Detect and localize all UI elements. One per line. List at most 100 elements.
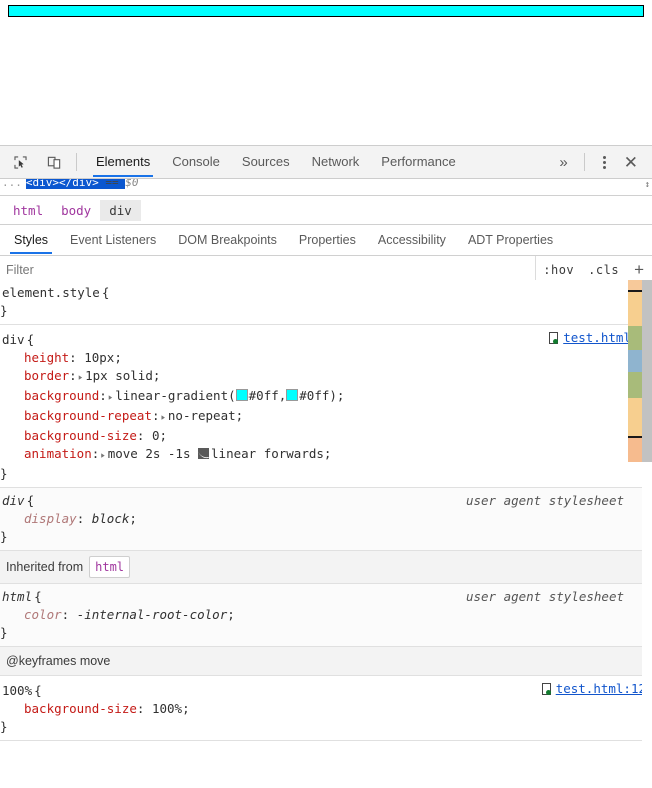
- declaration-property: display: [24, 511, 77, 526]
- declaration-background-size[interactable]: background-size: 100%;: [0, 700, 652, 718]
- declaration-value: block: [91, 511, 130, 526]
- declaration-background[interactable]: background:▸ linear-gradient(#0ff, #0ff);: [0, 387, 652, 407]
- breadcrumb-item-body[interactable]: body: [52, 200, 100, 221]
- style-rule-div-user-agent[interactable]: div { user agent stylesheet display: blo…: [0, 488, 652, 551]
- palette-band[interactable]: [628, 372, 642, 398]
- declaration-height[interactable]: height: 10px;: [0, 349, 652, 367]
- close-icon[interactable]: ✕: [616, 154, 646, 171]
- palette-band[interactable]: [628, 280, 642, 290]
- rule-selector: html: [2, 589, 33, 604]
- declaration-value[interactable]: 10px: [84, 350, 114, 365]
- rule-header: div { user agent stylesheet: [0, 492, 652, 510]
- color-palette-strip[interactable]: [628, 280, 642, 462]
- declaration-property: height: [24, 350, 70, 365]
- devtools-screenshot: Elements Console Sources Network Perform…: [0, 0, 652, 788]
- style-rule-element-style[interactable]: element.style { }: [0, 280, 652, 325]
- palette-band[interactable]: [628, 350, 642, 372]
- panel-tab-network[interactable]: Network: [301, 146, 371, 178]
- color-value[interactable]: #0ff: [249, 388, 279, 403]
- panel-tab-list: Elements Console Sources Network Perform…: [85, 146, 467, 178]
- expand-arrow-icon[interactable]: ▸: [159, 407, 167, 430]
- declaration-value[interactable]: 100%: [152, 701, 182, 716]
- dom-equals: ==: [105, 179, 119, 189]
- declaration-border[interactable]: border:▸ 1px solid;: [0, 367, 652, 387]
- panel-tab-elements[interactable]: Elements: [85, 146, 161, 178]
- device-toolbar-icon[interactable]: [40, 149, 68, 175]
- panel-tab-performance[interactable]: Performance: [370, 146, 466, 178]
- element-classes-button[interactable]: .cls: [581, 263, 626, 277]
- styles-pane: element.style { } div { test.html:3 heig…: [0, 280, 652, 788]
- value-separator: ,: [278, 388, 287, 403]
- tab-properties[interactable]: Properties: [288, 225, 367, 255]
- palette-band[interactable]: [628, 292, 642, 326]
- bezier-curve-icon[interactable]: [198, 448, 210, 459]
- source-link[interactable]: test.html:12: [541, 680, 646, 698]
- palette-band[interactable]: [628, 326, 642, 350]
- expand-arrow-icon[interactable]: ▸: [77, 367, 85, 390]
- sidebar-tab-list: Styles Event Listeners DOM Breakpoints P…: [0, 225, 652, 256]
- rule-close-brace: }: [0, 719, 8, 734]
- declaration-background-size[interactable]: background-size: 0;: [0, 427, 652, 445]
- inherited-from-element[interactable]: html: [89, 556, 131, 578]
- new-style-rule-button[interactable]: +: [626, 261, 652, 280]
- dom-selected-node[interactable]: <div></div> == $0: [25, 179, 139, 189]
- declaration-value[interactable]: 1px solid: [85, 368, 153, 383]
- declaration-value[interactable]: move 2s -1s: [108, 446, 191, 461]
- styles-scrollbar[interactable]: [642, 280, 652, 788]
- declaration-background-repeat[interactable]: background-repeat:▸ no-repeat;: [0, 407, 652, 427]
- user-agent-stylesheet-note: user agent stylesheet: [465, 493, 624, 508]
- panel-tab-sources[interactable]: Sources: [231, 146, 301, 178]
- sidebar-tab-label: DOM Breakpoints: [178, 233, 277, 247]
- declaration-animation[interactable]: animation:▸ move 2s -1s linear forwards;: [0, 445, 652, 465]
- style-rule-div-author[interactable]: div { test.html:3 height: 10px; border:▸…: [0, 325, 652, 488]
- style-rule-html-user-agent[interactable]: html { user agent stylesheet color: -int…: [0, 584, 652, 647]
- declaration-value[interactable]: linear-gradient(: [115, 388, 235, 403]
- style-rule-keyframe-100[interactable]: 100% { test.html:12 background-size: 100…: [0, 676, 652, 741]
- breadcrumb-item-div[interactable]: div: [100, 199, 141, 221]
- tab-adt-properties[interactable]: ADT Properties: [457, 225, 564, 255]
- rule-close-brace: }: [0, 303, 8, 318]
- expand-arrow-icon[interactable]: ▸: [99, 445, 107, 468]
- toggle-element-state-button[interactable]: :hov: [536, 263, 581, 277]
- declaration-value[interactable]: 0: [152, 428, 160, 443]
- tab-accessibility[interactable]: Accessibility: [367, 225, 457, 255]
- tab-dom-breakpoints[interactable]: DOM Breakpoints: [167, 225, 288, 255]
- rule-selector[interactable]: element.style: [2, 284, 100, 302]
- palette-band[interactable]: [628, 438, 642, 462]
- dom-open-tag: <div>: [25, 179, 59, 189]
- devtools-window: Elements Console Sources Network Perform…: [0, 145, 652, 788]
- tab-styles[interactable]: Styles: [3, 225, 59, 255]
- declaration-value-tail[interactable]: linear forwards;: [211, 446, 331, 461]
- toolbar-divider: [76, 153, 77, 171]
- more-options-icon[interactable]: [593, 155, 616, 169]
- rule-open-brace: {: [26, 332, 35, 347]
- breadcrumb-item-html[interactable]: html: [4, 200, 52, 221]
- splitter-handle-icon[interactable]: ↕: [645, 180, 650, 190]
- devtools-toolbar: Elements Console Sources Network Perform…: [0, 146, 652, 179]
- sidebar-tab-label: Properties: [298, 233, 356, 247]
- sidebar-tab-label: ADT Properties: [467, 233, 554, 247]
- panel-tab-console[interactable]: Console: [161, 146, 231, 178]
- rule-selector[interactable]: 100%: [2, 682, 32, 700]
- inherited-from-label: Inherited from: [6, 560, 84, 574]
- color-value[interactable]: #0ff: [299, 388, 329, 403]
- color-swatch[interactable]: [235, 389, 248, 401]
- palette-band[interactable]: [628, 398, 642, 436]
- rule-close-brace: }: [0, 625, 8, 640]
- rule-selector[interactable]: div: [2, 331, 25, 349]
- scrollbar-thumb[interactable]: [642, 280, 652, 462]
- sidebar-tab-label: Event Listeners: [70, 233, 157, 247]
- more-tabs-icon[interactable]: »: [551, 154, 575, 171]
- inspect-element-icon[interactable]: [6, 149, 34, 175]
- file-icon: [549, 332, 559, 344]
- panel-tab-label: Performance: [381, 154, 456, 169]
- expand-arrow-icon[interactable]: ▸: [107, 387, 115, 410]
- declaration-display: display: block;: [24, 511, 137, 526]
- declaration-value[interactable]: no-repeat: [168, 408, 236, 423]
- color-swatch[interactable]: [286, 389, 299, 401]
- declaration-property: animation: [24, 446, 92, 461]
- declaration-property: background-size: [24, 701, 137, 716]
- panel-tab-label: Sources: [241, 154, 290, 169]
- tab-event-listeners[interactable]: Event Listeners: [59, 225, 167, 255]
- declaration-property: background-repeat: [24, 408, 152, 423]
